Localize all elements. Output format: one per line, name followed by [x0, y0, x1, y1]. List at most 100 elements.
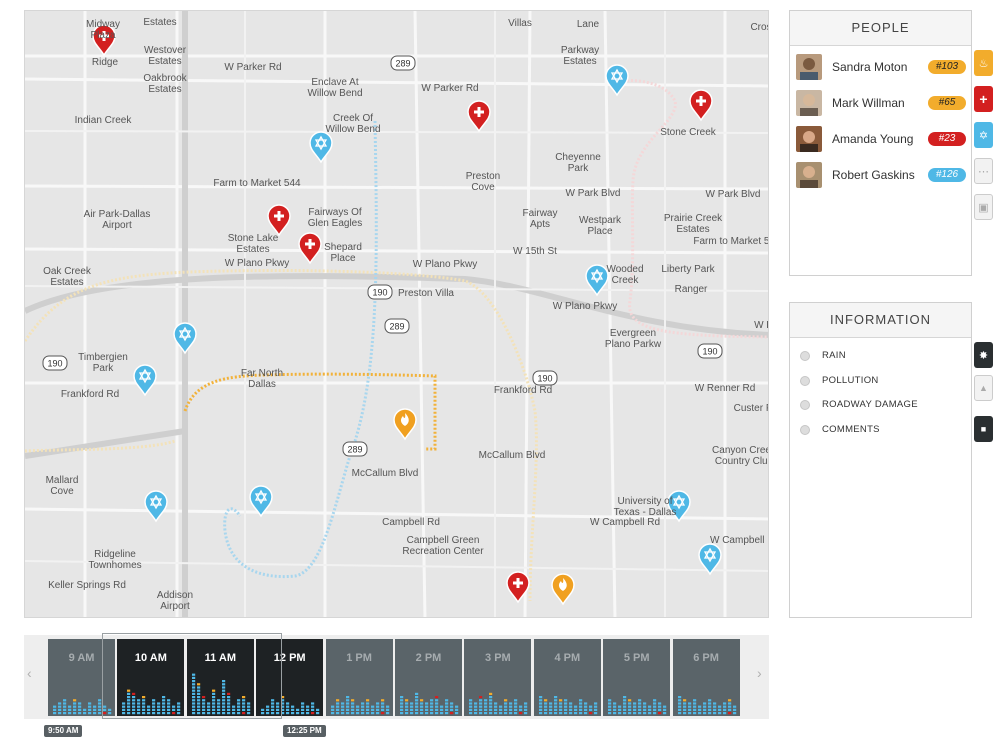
- timeline-hour[interactable]: 12 PM: [256, 639, 324, 716]
- person-row[interactable]: Robert Gaskins #126: [796, 161, 966, 189]
- timeline-hour[interactable]: 10 AM: [117, 639, 185, 716]
- route-filter-tab[interactable]: ⋯: [974, 158, 993, 184]
- person-row[interactable]: Sandra Moton #103: [796, 53, 966, 81]
- police-filter-tab[interactable]: ✡: [974, 122, 993, 148]
- person-row[interactable]: Mark Willman #65: [796, 89, 966, 117]
- timeline-hour[interactable]: 11 AM: [186, 639, 254, 716]
- histogram-cell: [196, 686, 200, 689]
- histogram-cell: [345, 696, 349, 699]
- svg-text:190: 190: [702, 347, 717, 357]
- histogram-cell: [152, 712, 156, 715]
- histogram-cell: [583, 708, 587, 711]
- medical-filter-tab[interactable]: +: [974, 86, 993, 112]
- histogram-cell: [608, 699, 612, 702]
- histogram-cell: [548, 708, 552, 711]
- histogram-cell: [638, 705, 642, 708]
- timeline[interactable]: ‹ › 9 AM 10 AM 11 AM 12 PM 1 PM 2 PM 3 PM 4 PM 5…: [24, 633, 769, 719]
- histogram-cell: [63, 708, 67, 711]
- histogram-cell: [201, 712, 205, 715]
- histogram-cell: [593, 708, 597, 711]
- histogram-cell: [221, 680, 225, 683]
- map-place-label: Far North Dallas: [240, 368, 284, 390]
- histogram-cell: [474, 702, 478, 705]
- histogram-cell: [340, 705, 344, 708]
- histogram-cell: [211, 692, 215, 695]
- chevron-left-icon[interactable]: ‹: [27, 665, 32, 681]
- histogram-cell: [519, 708, 523, 711]
- pollution-filter-tab[interactable]: ▲: [974, 375, 993, 401]
- fire-filter-tab[interactable]: ♨: [974, 50, 993, 76]
- histogram-cell: [682, 712, 686, 715]
- histogram-cell: [147, 705, 151, 708]
- histogram-cell: [196, 692, 200, 695]
- histogram-cell: [405, 712, 409, 715]
- histogram-cell: [335, 699, 339, 702]
- histogram-cell: [440, 705, 444, 708]
- person-row[interactable]: Amanda Young #23: [796, 125, 966, 153]
- histogram-cell: [538, 705, 542, 708]
- histogram-cell: [474, 708, 478, 711]
- histogram-cell: [489, 692, 493, 695]
- timeline-hour[interactable]: 3 PM: [464, 639, 532, 716]
- histogram-cell: [628, 712, 632, 715]
- histogram-cell: [281, 705, 285, 708]
- histogram-cell: [216, 705, 220, 708]
- timeline-hour[interactable]: 6 PM: [672, 639, 740, 716]
- histogram-cell: [88, 712, 92, 715]
- avatar: [796, 54, 822, 80]
- bus-icon: ▣: [978, 201, 989, 214]
- histogram-cell: [712, 708, 716, 711]
- histogram-cell: [246, 702, 250, 705]
- histogram-cell: [271, 708, 275, 711]
- histogram-cell: [73, 702, 77, 705]
- histogram-cell: [216, 708, 220, 711]
- histogram-cell: [494, 702, 498, 705]
- histogram-cell: [266, 712, 270, 715]
- map-place-label: Shepard Place: [324, 242, 362, 264]
- map-place-label: Addison Airport: [156, 590, 194, 612]
- histogram-cell: [578, 705, 582, 708]
- map-view[interactable]: 289 289 289 190 190 190 190 Midway Plaza Estate…: [24, 10, 769, 618]
- bus-filter-tab[interactable]: ▣: [974, 194, 993, 220]
- histogram-cell: [707, 712, 711, 715]
- histogram-cell: [196, 705, 200, 708]
- comments-filter-tab[interactable]: ■: [974, 416, 993, 442]
- histogram-cell: [380, 712, 384, 715]
- histogram-cell: [103, 708, 107, 711]
- histogram-cell: [201, 699, 205, 702]
- end-time-chip[interactable]: 12:25 PM: [283, 725, 326, 737]
- timeline-hour[interactable]: 1 PM: [325, 639, 393, 716]
- histogram-cell: [340, 712, 344, 715]
- histogram-cell: [538, 712, 542, 715]
- rain-filter-tab[interactable]: ✸: [974, 342, 993, 368]
- histogram-cell: [519, 712, 523, 715]
- timeline-hour[interactable]: 9 AM: [48, 639, 115, 716]
- radio-icon: [800, 376, 810, 386]
- histogram-cell: [340, 702, 344, 705]
- activity-histogram: [677, 696, 736, 715]
- map-place-label: McCallum Blvd: [351, 468, 419, 479]
- timeline-hour[interactable]: 4 PM: [533, 639, 601, 716]
- histogram-cell: [286, 708, 290, 711]
- histogram-cell: [281, 696, 285, 699]
- map-place-label: Enclave At Willow Bend: [307, 77, 363, 99]
- map-place-label: Lane: [576, 19, 600, 30]
- histogram-cell: [216, 702, 220, 705]
- histogram-cell: [509, 708, 513, 711]
- histogram-cell: [311, 708, 315, 711]
- map-place-label: Oakbrook Estates: [143, 73, 187, 95]
- svg-text:289: 289: [389, 322, 404, 332]
- timeline-hour[interactable]: 5 PM: [603, 639, 671, 716]
- chevron-right-icon[interactable]: ›: [757, 665, 762, 681]
- histogram-cell: [221, 705, 225, 708]
- timeline-hour[interactable]: 2 PM: [395, 639, 462, 716]
- histogram-cell: [162, 705, 166, 708]
- histogram-cell: [177, 712, 181, 715]
- histogram-cell: [682, 705, 686, 708]
- histogram-cell: [484, 712, 488, 715]
- histogram-cell: [613, 702, 617, 705]
- histogram-cell: [410, 708, 414, 711]
- start-time-chip[interactable]: 9:50 AM: [44, 725, 83, 737]
- map-place-label: McCallum Blvd: [478, 450, 546, 461]
- histogram-cell: [638, 712, 642, 715]
